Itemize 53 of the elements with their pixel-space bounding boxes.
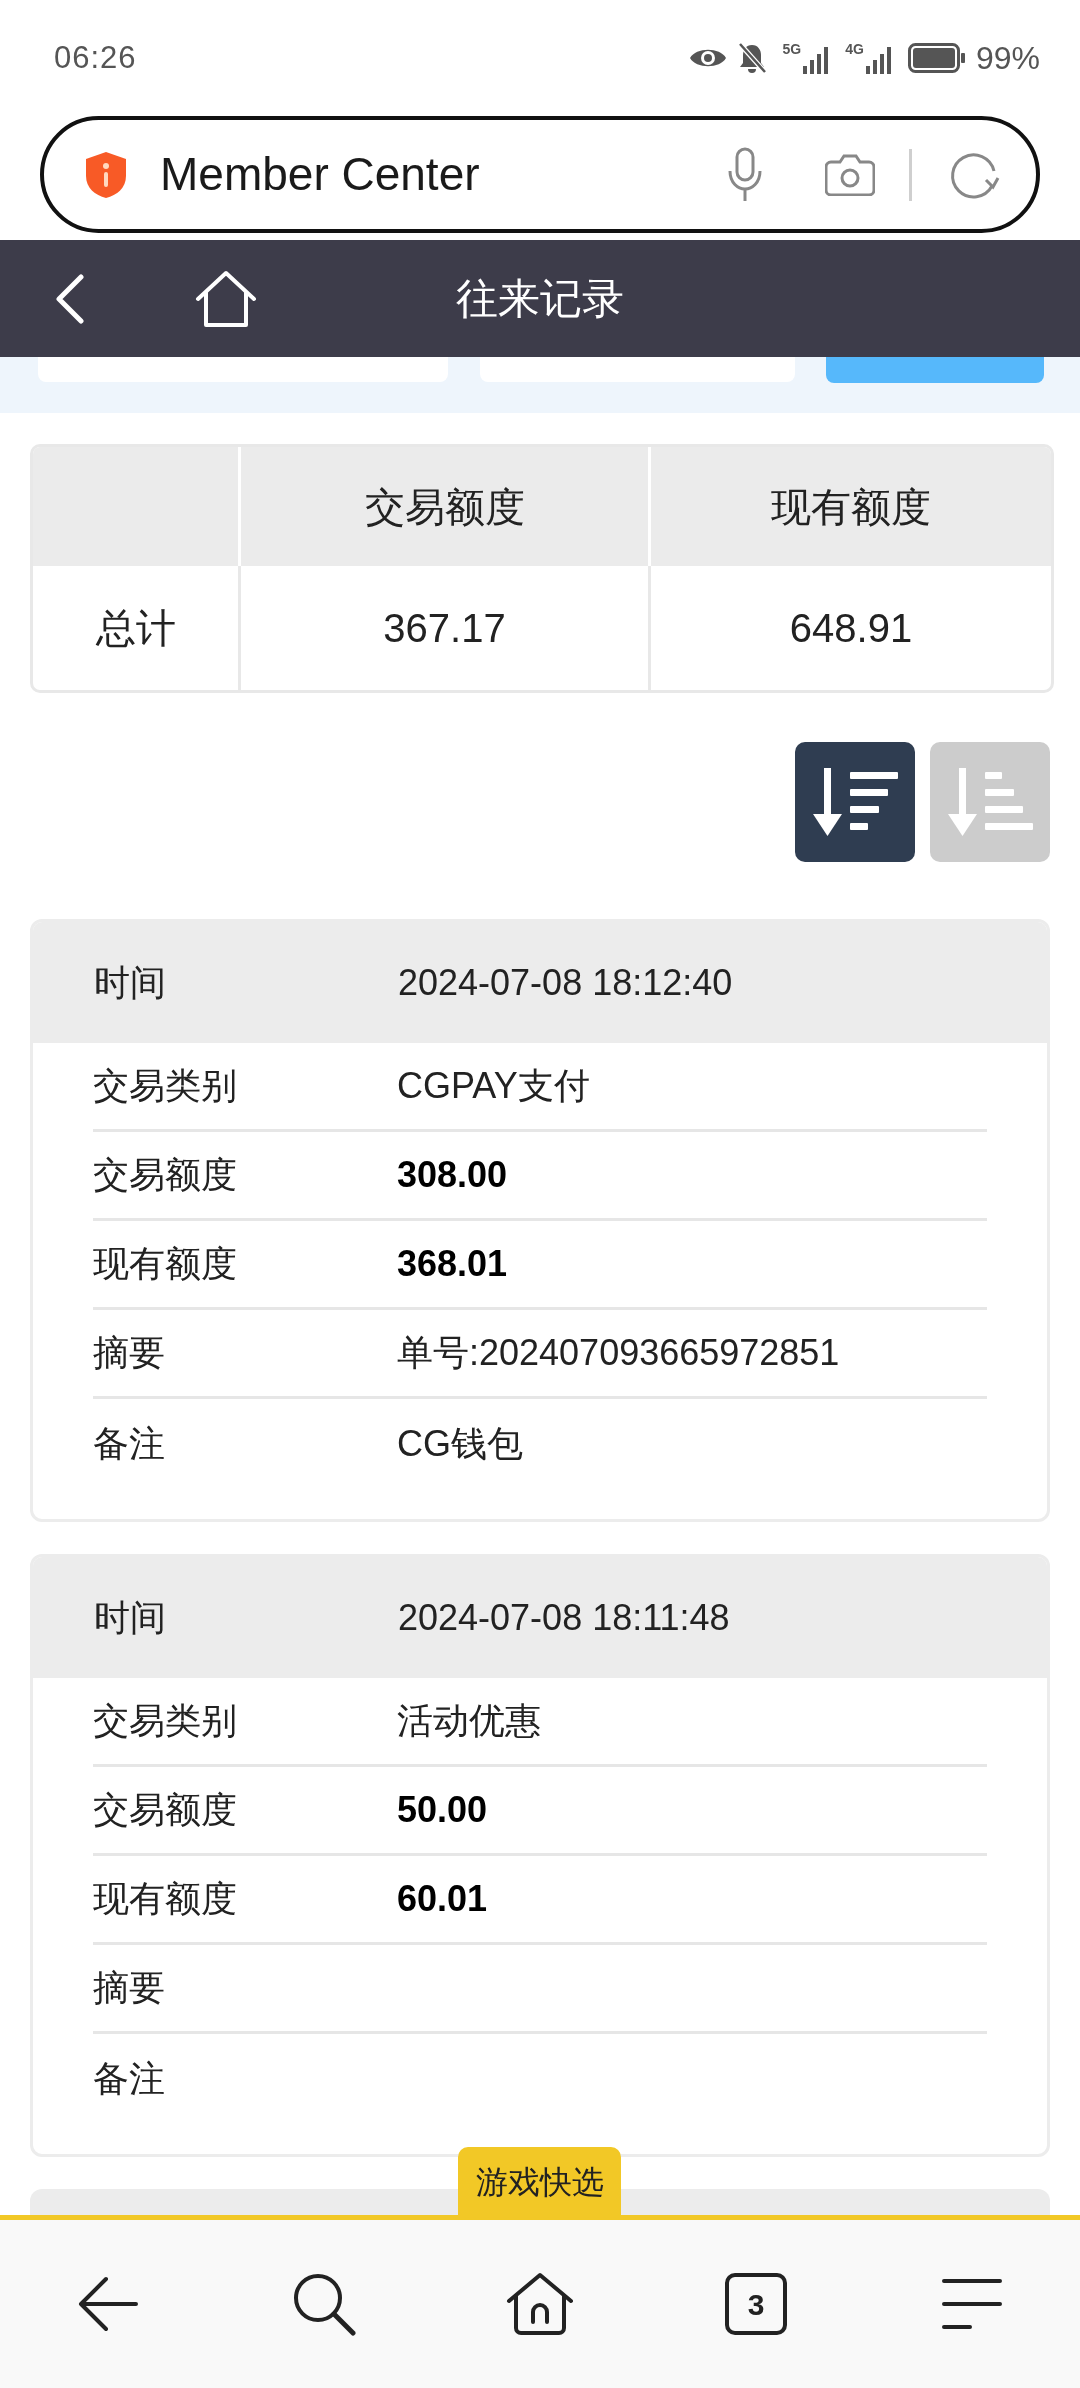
sort-button[interactable] — [795, 742, 915, 862]
field-label: 现有额度 — [93, 1877, 238, 1921]
page-title: 往来记录 — [456, 274, 624, 324]
field-value: 50.00 — [397, 1788, 488, 1832]
battery-percent: 99% — [975, 39, 1040, 78]
field-label: 交易类别 — [93, 1064, 238, 1108]
network-type-label: 4G — [845, 42, 864, 56]
field-value: CG钱包 — [397, 1421, 523, 1466]
battery-icon — [907, 43, 966, 73]
field-label: 时间 — [94, 1595, 167, 1640]
shield-info-icon[interactable] — [84, 149, 128, 200]
field-value: 308.00 — [397, 1153, 508, 1197]
microphone-icon[interactable] — [727, 146, 763, 203]
address-text[interactable]: Member Center — [160, 140, 727, 209]
sort-descending-icon — [811, 768, 899, 836]
field-label: 现有额度 — [93, 1242, 238, 1286]
input-field[interactable] — [38, 357, 448, 382]
field-label: 时间 — [94, 960, 167, 1005]
back-arrow-icon[interactable] — [78, 2276, 138, 2332]
field-value: CGPAY支付 — [397, 1064, 590, 1108]
field-value: 368.01 — [397, 1242, 508, 1286]
field-value: 2024-07-08 18:11:48 — [398, 1595, 730, 1640]
field-value: 2024-07-08 18:12:40 — [398, 960, 733, 1005]
signal-icon — [865, 46, 892, 74]
status-time: 06:26 — [54, 38, 137, 77]
signal-icon — [803, 46, 830, 74]
column-header: 交易额度 — [238, 447, 648, 566]
field-label: 交易类别 — [93, 1699, 238, 1743]
input-field[interactable] — [480, 357, 795, 382]
table-cell: 648.91 — [648, 566, 1051, 690]
field-value: 60.01 — [397, 1877, 488, 1921]
menu-icon[interactable] — [942, 2277, 1002, 2331]
network-type-label: 5G — [782, 42, 802, 56]
field-label: 摘要 — [93, 1966, 166, 2010]
sort-ascending-icon — [946, 768, 1034, 836]
camera-icon[interactable] — [825, 153, 875, 196]
field-label: 交易额度 — [93, 1788, 238, 1832]
tabs-button[interactable]: 3 — [725, 2273, 787, 2335]
field-value: 单号:202407093665972851 — [397, 1331, 840, 1375]
field-label: 交易额度 — [93, 1153, 238, 1197]
field-value: 活动优惠 — [397, 1699, 541, 1743]
field-label: 摘要 — [93, 1331, 166, 1375]
row-label: 总计 — [94, 605, 177, 652]
column-header: 现有额度 — [648, 447, 1051, 566]
bell-off-icon — [736, 42, 767, 74]
field-label: 备注 — [93, 1421, 166, 1466]
back-icon[interactable] — [55, 273, 85, 324]
field-label: 备注 — [93, 2056, 166, 2101]
home-icon[interactable] — [506, 2272, 574, 2336]
address-bar[interactable]: Member Center — [40, 116, 1040, 233]
table-cell: 367.17 — [238, 566, 648, 690]
search-icon[interactable] — [292, 2272, 356, 2336]
home-icon[interactable] — [195, 269, 257, 328]
